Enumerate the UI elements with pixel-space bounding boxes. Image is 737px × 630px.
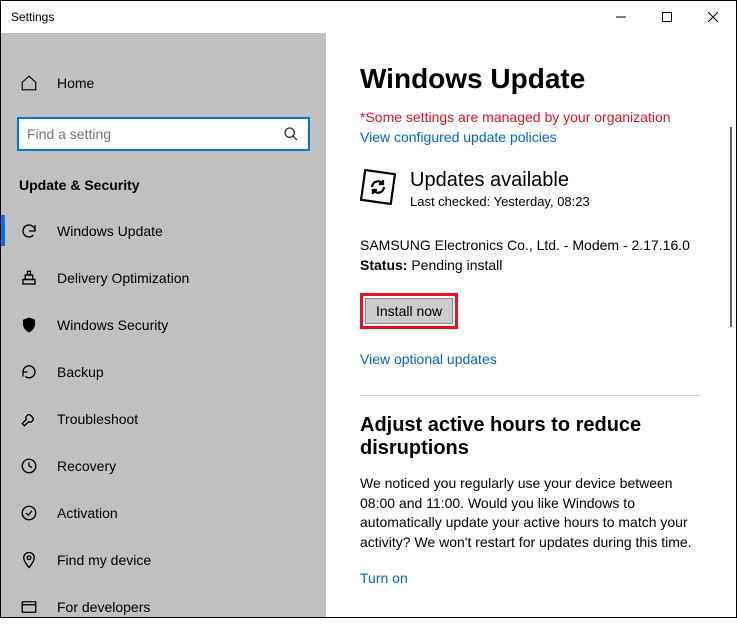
nav-label: Activation — [57, 505, 118, 521]
status-label: Status: — [360, 257, 407, 273]
section-divider — [360, 395, 700, 396]
nav-recovery[interactable]: Recovery — [1, 442, 326, 489]
nav-label: Windows Update — [57, 223, 163, 239]
nav-label: Backup — [57, 364, 104, 380]
activation-icon — [19, 504, 39, 522]
nav-troubleshoot[interactable]: Troubleshoot — [1, 395, 326, 442]
nav-label: Delivery Optimization — [57, 270, 189, 286]
page-title: Windows Update — [360, 63, 700, 95]
home-icon — [19, 74, 39, 92]
adjust-hours-title: Adjust active hours to reduce disruption… — [360, 414, 700, 460]
developers-icon — [19, 598, 39, 616]
nav-windows-update[interactable]: Windows Update — [1, 207, 326, 254]
wrench-icon — [19, 410, 39, 428]
maximize-button[interactable] — [644, 1, 690, 33]
delivery-icon — [19, 269, 39, 287]
window-controls — [598, 1, 736, 33]
close-button[interactable] — [690, 1, 736, 33]
nav-label: Find my device — [57, 552, 151, 568]
nav-find-my-device[interactable]: Find my device — [1, 536, 326, 583]
scrollbar[interactable] — [730, 127, 732, 327]
updates-available-title: Updates available — [410, 169, 590, 192]
nav-home-label: Home — [57, 75, 94, 91]
titlebar: Settings — [1, 1, 736, 33]
view-optional-link[interactable]: View optional updates — [360, 351, 700, 367]
window-title: Settings — [1, 10, 54, 24]
managed-notice: *Some settings are managed by your organ… — [360, 109, 700, 125]
shield-icon — [19, 316, 39, 334]
install-now-button[interactable]: Install now — [365, 298, 453, 324]
search-input[interactable] — [17, 117, 310, 151]
search-icon — [282, 126, 300, 142]
sidebar: Home Update & Security Windows Update — [1, 33, 326, 617]
last-checked: Last checked: Yesterday, 08:23 — [410, 194, 590, 209]
nav-label: Recovery — [57, 458, 116, 474]
turn-on-link[interactable]: Turn on — [360, 570, 700, 586]
nav-label: Windows Security — [57, 317, 168, 333]
nav-windows-security[interactable]: Windows Security — [1, 301, 326, 348]
status-line: Status: Pending install — [360, 257, 700, 273]
sidebar-group-header: Update & Security — [1, 163, 326, 207]
install-highlight: Install now — [360, 293, 458, 329]
nav-for-developers[interactable]: For developers — [1, 583, 326, 630]
status-value: Pending install — [407, 257, 502, 273]
adjust-hours-body: We noticed you regularly use your device… — [360, 474, 700, 552]
sidebar-nav: Windows Update Delivery Optimization Win… — [1, 207, 326, 630]
update-sync-icon — [360, 169, 396, 205]
search-field[interactable] — [27, 126, 282, 142]
main-panel: Windows Update *Some settings are manage… — [326, 33, 736, 617]
nav-backup[interactable]: Backup — [1, 348, 326, 395]
backup-icon — [19, 363, 39, 381]
nav-activation[interactable]: Activation — [1, 489, 326, 536]
minimize-button[interactable] — [598, 1, 644, 33]
nav-label: For developers — [57, 599, 150, 615]
nav-home[interactable]: Home — [1, 61, 326, 105]
sync-icon — [19, 222, 39, 240]
location-icon — [19, 551, 39, 569]
updates-header: Updates available Last checked: Yesterda… — [360, 169, 700, 209]
nav-delivery-optimization[interactable]: Delivery Optimization — [1, 254, 326, 301]
nav-label: Troubleshoot — [57, 411, 138, 427]
recovery-icon — [19, 457, 39, 475]
view-policies-link[interactable]: View configured update policies — [360, 129, 700, 145]
driver-line: SAMSUNG Electronics Co., Ltd. - Modem - … — [360, 237, 700, 253]
